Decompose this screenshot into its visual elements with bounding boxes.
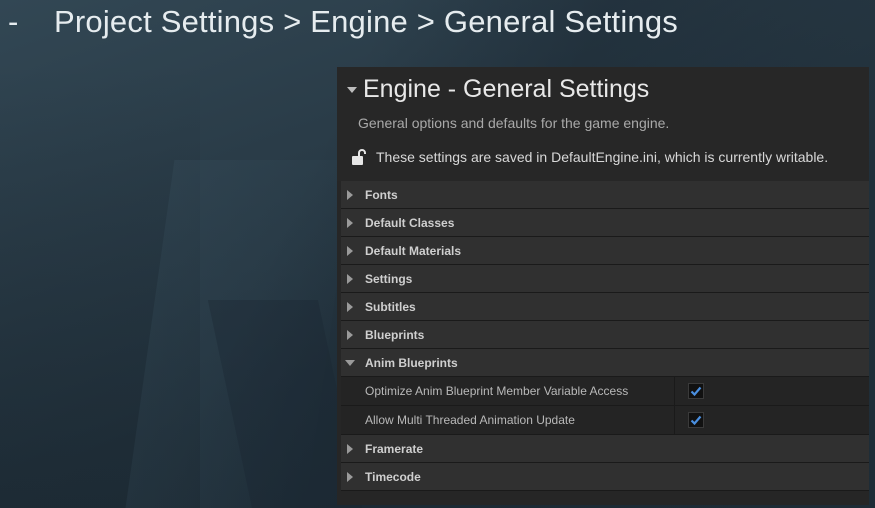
category-row[interactable]: Default Classes bbox=[341, 209, 869, 237]
category-row[interactable]: Subtitles bbox=[341, 293, 869, 321]
category-row[interactable]: Timecode bbox=[341, 463, 869, 491]
checkmark-icon bbox=[690, 386, 702, 397]
breadcrumb-text: Project Settings > Engine > General Sett… bbox=[54, 4, 679, 39]
category-row[interactable]: Fonts bbox=[341, 181, 869, 209]
category-row[interactable]: Settings bbox=[341, 265, 869, 293]
settings-panel: Engine - General Settings General option… bbox=[337, 67, 869, 505]
property-label: Allow Multi Threaded Animation Update bbox=[365, 413, 575, 427]
panel-header: Engine - General Settings General option… bbox=[337, 67, 869, 181]
property-row: Allow Multi Threaded Animation Update bbox=[341, 406, 869, 435]
triangle-right-icon[interactable] bbox=[347, 245, 353, 256]
property-row: Optimize Anim Blueprint Member Variable … bbox=[341, 377, 869, 406]
property-checkbox[interactable] bbox=[688, 412, 704, 428]
property-checkbox[interactable] bbox=[688, 383, 704, 399]
checkmark-icon bbox=[690, 415, 702, 426]
panel-title: Engine - General Settings bbox=[363, 75, 650, 103]
config-save-note: These settings are saved in DefaultEngin… bbox=[376, 149, 829, 165]
category-row[interactable]: Blueprints bbox=[341, 321, 869, 349]
panel-description: General options and defaults for the gam… bbox=[358, 115, 670, 131]
triangle-down-icon[interactable] bbox=[345, 359, 355, 366]
triangle-right-icon[interactable] bbox=[347, 329, 353, 340]
category-label: Anim Blueprints bbox=[365, 355, 458, 370]
column-divider[interactable] bbox=[674, 406, 675, 434]
category-label: Default Classes bbox=[365, 215, 455, 230]
category-label: Default Materials bbox=[365, 243, 462, 258]
category-label: Subtitles bbox=[365, 299, 416, 314]
category-row[interactable]: Anim Blueprints bbox=[341, 349, 869, 377]
category-row[interactable]: Framerate bbox=[341, 435, 869, 463]
triangle-right-icon[interactable] bbox=[347, 471, 353, 482]
category-label: Settings bbox=[365, 271, 413, 286]
category-label: Timecode bbox=[365, 469, 421, 484]
column-divider[interactable] bbox=[674, 377, 675, 405]
triangle-right-icon[interactable] bbox=[347, 217, 353, 228]
unlocked-padlock-icon bbox=[352, 149, 366, 165]
bullet-dash: - bbox=[8, 4, 19, 39]
triangle-right-icon[interactable] bbox=[347, 443, 353, 454]
triangle-right-icon[interactable] bbox=[347, 189, 353, 200]
triangle-right-icon[interactable] bbox=[347, 301, 353, 312]
category-row[interactable]: Default Materials bbox=[341, 237, 869, 265]
slide-breadcrumb-title: - Project Settings > Engine > General Se… bbox=[8, 2, 678, 42]
property-label: Optimize Anim Blueprint Member Variable … bbox=[365, 384, 629, 398]
settings-sections: Fonts Default Classes Default Materials Set… bbox=[341, 181, 869, 491]
category-label: Fonts bbox=[365, 187, 398, 202]
category-label: Blueprints bbox=[365, 327, 425, 342]
triangle-down-icon[interactable] bbox=[347, 87, 357, 93]
category-label: Framerate bbox=[365, 441, 424, 456]
triangle-right-icon[interactable] bbox=[347, 273, 353, 284]
